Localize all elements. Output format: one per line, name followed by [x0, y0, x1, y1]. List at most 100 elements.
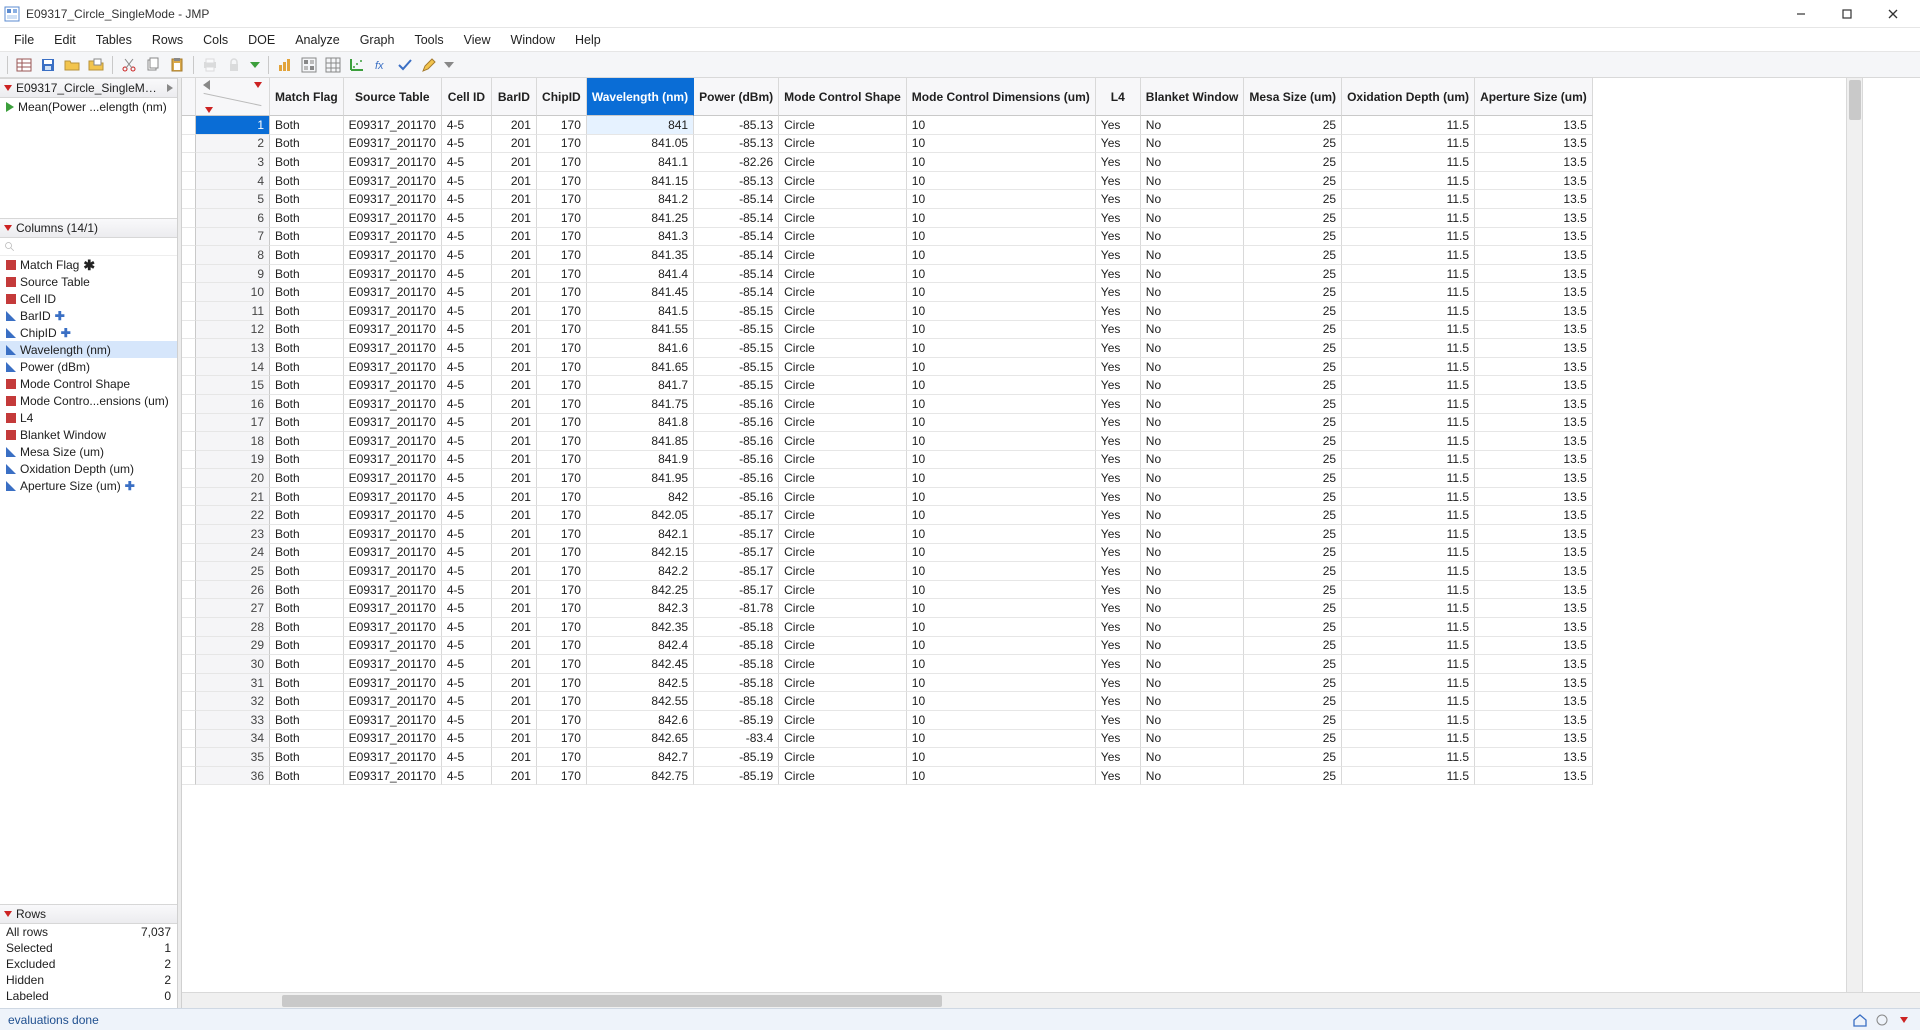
cell[interactable]: E09317_201170: [344, 562, 442, 581]
cell[interactable]: E09317_201170: [344, 116, 442, 135]
cell[interactable]: 4-5: [442, 581, 492, 600]
column-header[interactable]: Match Flag: [270, 78, 344, 116]
cell[interactable]: 25: [1244, 302, 1342, 321]
cell[interactable]: -82.26: [694, 153, 779, 172]
cell[interactable]: 10: [907, 265, 1096, 284]
cell[interactable]: Circle: [779, 302, 907, 321]
table-row[interactable]: 11BothE09317_2011704-5201170841.5-85.15C…: [182, 302, 1593, 321]
cell[interactable]: 170: [537, 358, 587, 377]
tool-run-dropdown-icon[interactable]: [250, 62, 260, 68]
row-marker[interactable]: [182, 599, 196, 618]
cell[interactable]: 10: [907, 506, 1096, 525]
cell[interactable]: Circle: [779, 339, 907, 358]
cell[interactable]: No: [1141, 358, 1245, 377]
disclosure-icon[interactable]: [4, 225, 12, 231]
column-item[interactable]: BarID ✚: [0, 307, 177, 324]
cell[interactable]: 201: [492, 321, 537, 340]
cell[interactable]: Circle: [779, 265, 907, 284]
cell[interactable]: -85.16: [694, 488, 779, 507]
table-row[interactable]: 29BothE09317_2011704-5201170842.4-85.18C…: [182, 637, 1593, 656]
cell[interactable]: 170: [537, 339, 587, 358]
cell[interactable]: -85.18: [694, 674, 779, 693]
row-marker[interactable]: [182, 562, 196, 581]
cell[interactable]: Yes: [1096, 246, 1141, 265]
cell[interactable]: 11.5: [1342, 562, 1475, 581]
cell[interactable]: Both: [270, 116, 344, 135]
cell[interactable]: -85.16: [694, 395, 779, 414]
rownum-header[interactable]: [196, 78, 270, 116]
cell[interactable]: E09317_201170: [344, 655, 442, 674]
cell[interactable]: Both: [270, 469, 344, 488]
cell[interactable]: 170: [537, 525, 587, 544]
row-number[interactable]: 27: [196, 599, 270, 618]
cell[interactable]: Yes: [1096, 730, 1141, 749]
cell[interactable]: 13.5: [1475, 562, 1593, 581]
cell[interactable]: Circle: [779, 748, 907, 767]
row-number[interactable]: 32: [196, 692, 270, 711]
cell[interactable]: 201: [492, 116, 537, 135]
tool-print-icon[interactable]: [199, 54, 221, 76]
cell[interactable]: 13.5: [1475, 432, 1593, 451]
cell[interactable]: -85.16: [694, 469, 779, 488]
cell[interactable]: 4-5: [442, 395, 492, 414]
cell[interactable]: 170: [537, 209, 587, 228]
cell[interactable]: 842.45: [587, 655, 694, 674]
cell[interactable]: Yes: [1096, 283, 1141, 302]
cell[interactable]: E09317_201170: [344, 711, 442, 730]
cell[interactable]: 11.5: [1342, 581, 1475, 600]
cell[interactable]: Yes: [1096, 692, 1141, 711]
cell[interactable]: 13.5: [1475, 376, 1593, 395]
row-number[interactable]: 36: [196, 767, 270, 786]
row-number[interactable]: 8: [196, 246, 270, 265]
cell[interactable]: Yes: [1096, 506, 1141, 525]
tool-formula-icon[interactable]: fx: [370, 54, 392, 76]
cell[interactable]: Both: [270, 655, 344, 674]
row-number[interactable]: 14: [196, 358, 270, 377]
cell[interactable]: 25: [1244, 469, 1342, 488]
cell[interactable]: 13.5: [1475, 209, 1593, 228]
table-row[interactable]: 32BothE09317_2011704-5201170842.55-85.18…: [182, 692, 1593, 711]
cell[interactable]: 13.5: [1475, 599, 1593, 618]
cell[interactable]: 201: [492, 525, 537, 544]
cell[interactable]: 11.5: [1342, 283, 1475, 302]
cell[interactable]: 11.5: [1342, 302, 1475, 321]
cell[interactable]: E09317_201170: [344, 525, 442, 544]
cell[interactable]: 201: [492, 432, 537, 451]
column-item[interactable]: Blanket Window: [0, 426, 177, 443]
row-marker[interactable]: [182, 618, 196, 637]
cell[interactable]: 11.5: [1342, 153, 1475, 172]
cell[interactable]: 10: [907, 358, 1096, 377]
cell[interactable]: 25: [1244, 246, 1342, 265]
cell[interactable]: 10: [907, 376, 1096, 395]
cell[interactable]: 25: [1244, 692, 1342, 711]
cell[interactable]: 842.4: [587, 637, 694, 656]
cell[interactable]: Circle: [779, 544, 907, 563]
cell[interactable]: 4-5: [442, 376, 492, 395]
row-marker[interactable]: [182, 451, 196, 470]
cell[interactable]: 13.5: [1475, 265, 1593, 284]
row-marker[interactable]: [182, 469, 196, 488]
row-number[interactable]: 11: [196, 302, 270, 321]
row-number[interactable]: 4: [196, 172, 270, 191]
cell[interactable]: Both: [270, 637, 344, 656]
cell[interactable]: 13.5: [1475, 488, 1593, 507]
menu-analyze[interactable]: Analyze: [285, 30, 349, 50]
cell[interactable]: -85.15: [694, 302, 779, 321]
row-number[interactable]: 19: [196, 451, 270, 470]
cell[interactable]: No: [1141, 544, 1245, 563]
cell[interactable]: E09317_201170: [344, 506, 442, 525]
table-row[interactable]: 23BothE09317_2011704-5201170842.1-85.17C…: [182, 525, 1593, 544]
cell[interactable]: Yes: [1096, 767, 1141, 786]
row-marker[interactable]: [182, 711, 196, 730]
column-header[interactable]: Source Table: [344, 78, 442, 116]
cell[interactable]: Both: [270, 414, 344, 433]
menu-tables[interactable]: Tables: [86, 30, 142, 50]
cell[interactable]: -85.19: [694, 711, 779, 730]
cell[interactable]: No: [1141, 321, 1245, 340]
cell[interactable]: 11.5: [1342, 599, 1475, 618]
cell[interactable]: 25: [1244, 451, 1342, 470]
cell[interactable]: 13.5: [1475, 246, 1593, 265]
cell[interactable]: No: [1141, 414, 1245, 433]
script-item[interactable]: Mean(Power ...elength (nm): [0, 98, 177, 115]
cell[interactable]: Yes: [1096, 544, 1141, 563]
